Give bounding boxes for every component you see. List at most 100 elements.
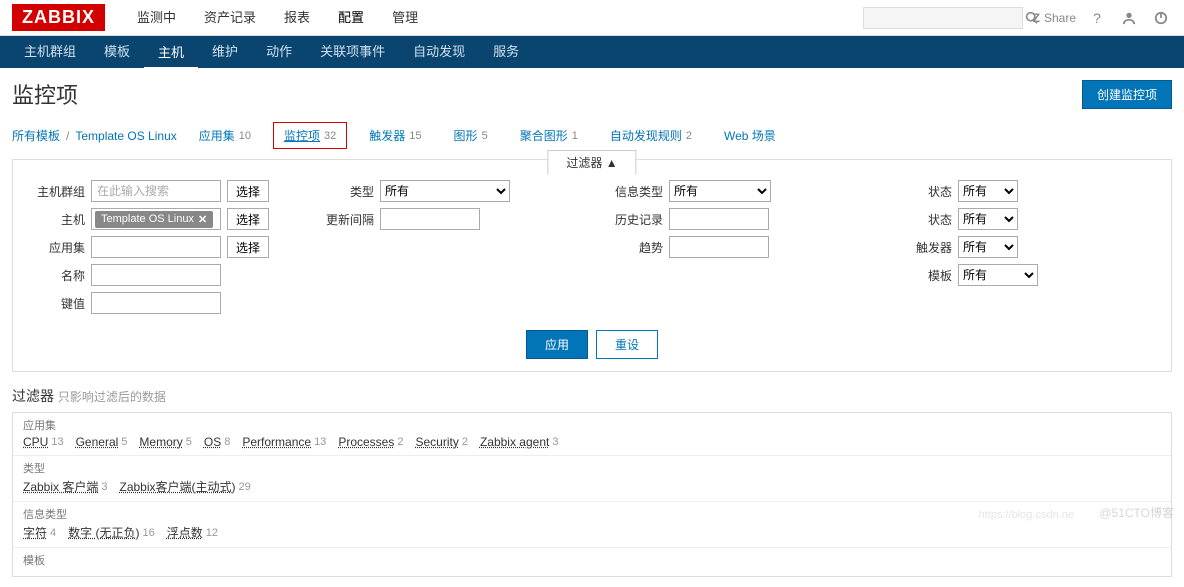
label-update-interval: 更新间隔 <box>318 211 374 228</box>
filter-toggle[interactable]: 过滤器 ▲ <box>547 150 636 175</box>
info-type-select[interactable]: 所有 <box>669 180 771 202</box>
subfilter-item[interactable]: Memory5 <box>139 435 191 449</box>
top-nav-item[interactable]: 监测中 <box>123 0 190 36</box>
label-type: 类型 <box>318 183 374 200</box>
label-name: 名称 <box>29 267 85 284</box>
sub-nav-item[interactable]: 主机群组 <box>10 36 90 68</box>
application-input[interactable] <box>91 236 221 258</box>
label-status: 状态 <box>896 183 952 200</box>
sub-nav-item[interactable]: 模板 <box>90 36 144 68</box>
top-header: ZABBIX 监测中资产记录报表配置管理 ZShare ? <box>0 0 1184 36</box>
sub-header: 主机群组模板主机维护动作关联项事件自动发现服务 <box>0 36 1184 68</box>
template-tab[interactable]: 自动发现规则 2 <box>600 124 702 147</box>
key-input[interactable] <box>91 292 221 314</box>
sub-nav-item[interactable]: 维护 <box>198 36 252 68</box>
template-tab[interactable]: Web 场景 <box>714 124 790 147</box>
filter-actions: 应用 重设 <box>29 330 1155 359</box>
reset-button[interactable]: 重设 <box>596 330 658 359</box>
template-tab[interactable]: 监控项 32 <box>273 122 347 149</box>
label-template: 模板 <box>896 267 952 284</box>
type-select[interactable]: 所有 <box>380 180 510 202</box>
subfilter-section: 类型 Zabbix 客户端3 Zabbix客户端(主动式)29 <box>13 456 1171 502</box>
top-nav-item[interactable]: 资产记录 <box>190 0 270 36</box>
help-icon[interactable]: ? <box>1086 7 1108 29</box>
search-input[interactable] <box>870 11 1025 25</box>
sub-nav-item[interactable]: 服务 <box>479 36 533 68</box>
label-history: 历史记录 <box>607 211 663 228</box>
watermark: @51CTO博客 <box>1099 504 1174 521</box>
subfilter-item[interactable]: Processes2 <box>338 435 403 449</box>
breadcrumb-all[interactable]: 所有模板 <box>12 127 60 144</box>
close-icon[interactable]: ✕ <box>198 213 207 226</box>
subfilter-label: 应用集 <box>23 417 1161 433</box>
subfilter-item[interactable]: 数字 (无正负)16 <box>68 524 155 541</box>
label-trend: 趋势 <box>607 239 663 256</box>
trend-input[interactable] <box>669 236 769 258</box>
name-input[interactable] <box>91 264 221 286</box>
breadcrumb-separator: / <box>66 129 69 143</box>
page-title: 监控项 <box>12 78 78 110</box>
template-tab[interactable]: 应用集 10 <box>189 124 261 147</box>
global-search[interactable] <box>863 7 1023 29</box>
logo[interactable]: ZABBIX <box>12 4 105 31</box>
top-nav-item[interactable]: 管理 <box>378 0 432 36</box>
label-host: 主机 <box>29 211 85 228</box>
template-tab[interactable]: 图形 5 <box>444 124 498 147</box>
subfilter-item[interactable]: 浮点数12 <box>167 524 218 541</box>
triggers-select[interactable]: 所有 <box>958 236 1018 258</box>
update-interval-input[interactable] <box>380 208 480 230</box>
power-icon[interactable] <box>1150 7 1172 29</box>
host-group-input[interactable] <box>91 180 221 202</box>
subfilter-label: 模板 <box>23 552 1161 568</box>
status-select[interactable]: 所有 <box>958 180 1018 202</box>
label-host-group: 主机群组 <box>29 183 85 200</box>
template-select[interactable]: 所有 <box>958 264 1038 286</box>
share-link[interactable]: ZShare <box>1033 11 1076 25</box>
sub-nav-item[interactable]: 主机 <box>144 38 198 70</box>
subfilter-item[interactable]: Zabbix客户端(主动式)29 <box>119 478 250 495</box>
subfilter-item[interactable]: Performance13 <box>242 435 326 449</box>
subfilter-label: 类型 <box>23 460 1161 476</box>
template-tab[interactable]: 触发器 15 <box>359 124 431 147</box>
page-title-row: 监控项 创建监控项 <box>12 78 1172 110</box>
filter-grid: 主机群组 选择 主机 Template OS Linux✕ 选择 <box>29 180 1155 314</box>
breadcrumb-tabs: 所有模板 / Template OS Linux 应用集 10 监控项 32 触发器… <box>12 122 1172 149</box>
create-item-button[interactable]: 创建监控项 <box>1082 80 1172 109</box>
subfilter-item[interactable]: Zabbix agent3 <box>480 435 559 449</box>
template-tab[interactable]: 聚合图形 1 <box>510 124 588 147</box>
subfilter-item[interactable]: General5 <box>76 435 128 449</box>
subfilter-item[interactable]: CPU13 <box>23 435 64 449</box>
host-select-button[interactable]: 选择 <box>227 208 269 230</box>
subfilter-section: 应用集 CPU13 General5 Memory5 OS8 Performance13 P… <box>13 413 1171 456</box>
subfilter-item[interactable]: Zabbix 客户端3 <box>23 478 107 495</box>
application-select-button[interactable]: 选择 <box>227 236 269 258</box>
user-icon[interactable] <box>1118 7 1140 29</box>
label-key: 键值 <box>29 295 85 312</box>
subfilter-block: 应用集 CPU13 General5 Memory5 OS8 Performance13 P… <box>12 412 1172 577</box>
host-tag[interactable]: Template OS Linux✕ <box>95 211 213 228</box>
label-application: 应用集 <box>29 239 85 256</box>
label-info-type: 信息类型 <box>607 183 663 200</box>
label-triggers: 触发器 <box>896 239 952 256</box>
breadcrumb-current[interactable]: Template OS Linux <box>75 129 176 143</box>
top-nav-item[interactable]: 配置 <box>324 0 378 36</box>
sub-nav-item[interactable]: 动作 <box>252 36 306 68</box>
top-right: ZShare ? <box>863 7 1172 29</box>
sub-nav-item[interactable]: 关联项事件 <box>306 36 399 68</box>
host-input[interactable]: Template OS Linux✕ <box>91 208 221 230</box>
host-group-select-button[interactable]: 选择 <box>227 180 269 202</box>
subfilter-item[interactable]: Security2 <box>415 435 467 449</box>
apply-button[interactable]: 应用 <box>526 330 588 359</box>
sub-nav-item[interactable]: 自动发现 <box>399 36 479 68</box>
history-input[interactable] <box>669 208 769 230</box>
label-state: 状态 <box>896 211 952 228</box>
state-select[interactable]: 所有 <box>958 208 1018 230</box>
subfilter-item[interactable]: OS8 <box>204 435 230 449</box>
subfilter-section: 模板 <box>13 548 1171 576</box>
subfilter-title: 过滤器 只影响过滤后的数据 <box>12 386 1172 406</box>
top-nav: 监测中资产记录报表配置管理 <box>123 0 432 36</box>
watermark-url: https://blog.csdn.ne <box>979 509 1074 521</box>
top-nav-item[interactable]: 报表 <box>270 0 324 36</box>
filter-container: 过滤器 ▲ 主机群组 选择 主机 Template OS Linux✕ <box>12 159 1172 372</box>
subfilter-item[interactable]: 字符4 <box>23 524 56 541</box>
